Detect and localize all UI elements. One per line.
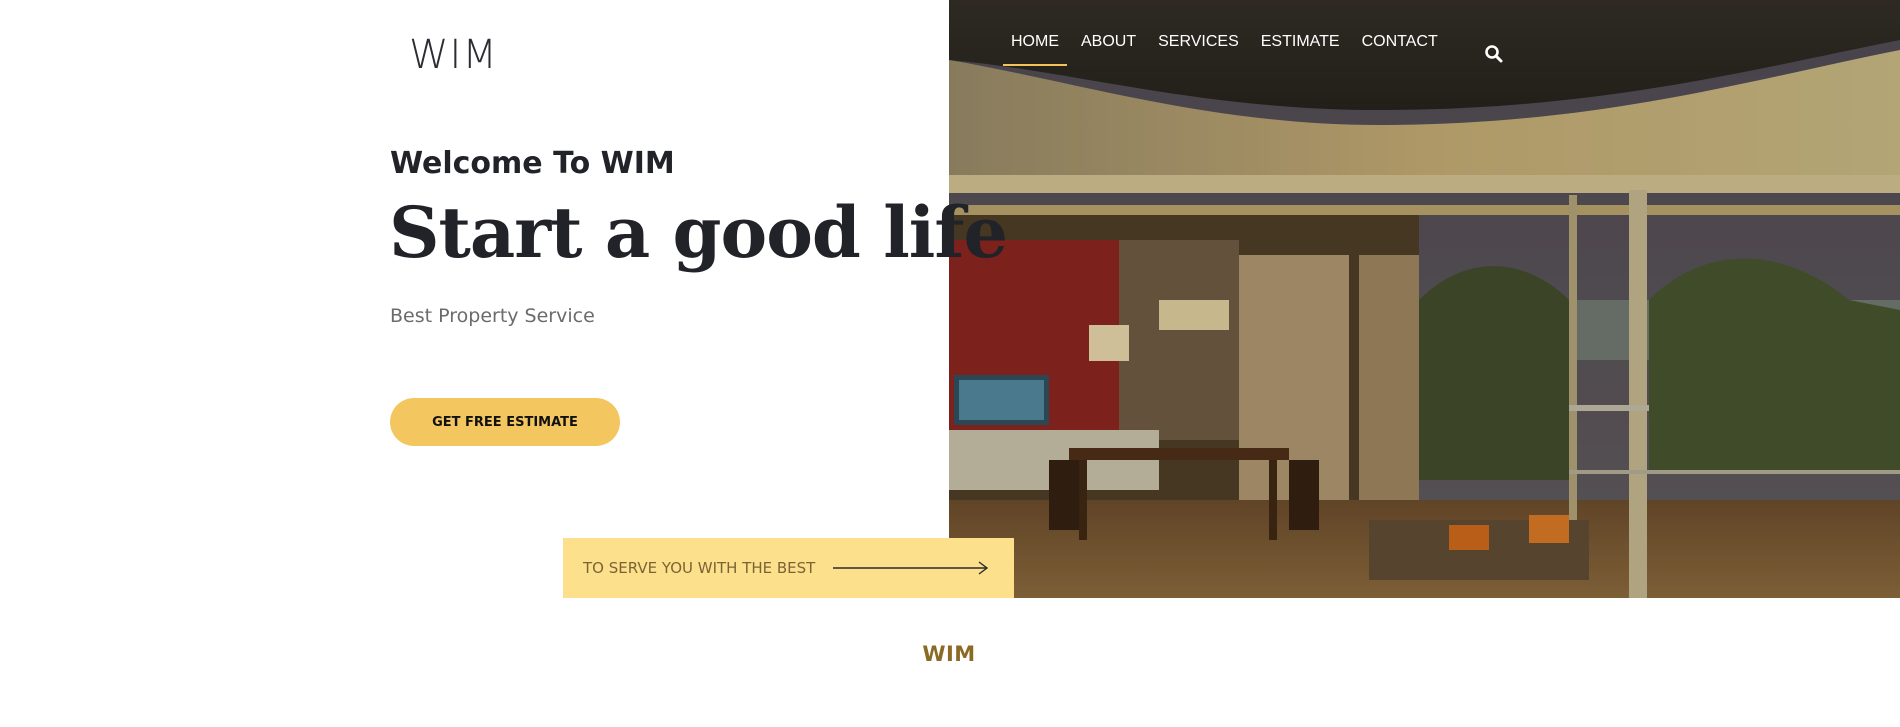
- nav-services[interactable]: SERVICES: [1150, 16, 1247, 64]
- hero-headline: Start a good life: [389, 191, 1008, 274]
- site-logo[interactable]: WIM: [409, 33, 498, 77]
- hero-image: [949, 0, 1900, 598]
- nav-home[interactable]: HOME: [1003, 16, 1067, 66]
- nav-about[interactable]: ABOUT: [1073, 16, 1144, 64]
- nav-contact[interactable]: CONTACT: [1354, 16, 1446, 64]
- hero-subtitle: Best Property Service: [390, 305, 595, 327]
- serve-banner-text: TO SERVE YOU WITH THE BEST: [583, 559, 816, 577]
- get-free-estimate-button[interactable]: GET FREE ESTIMATE: [390, 398, 620, 446]
- section-label: WIM: [922, 642, 976, 666]
- search-icon[interactable]: [1484, 44, 1504, 64]
- nav-estimate[interactable]: ESTIMATE: [1253, 16, 1348, 64]
- main-nav: HOME ABOUT SERVICES ESTIMATE CONTACT: [1003, 30, 1452, 78]
- serve-banner[interactable]: TO SERVE YOU WITH THE BEST: [563, 538, 1014, 598]
- welcome-heading: Welcome To WIM: [390, 146, 675, 181]
- arrow-right-icon: [833, 561, 989, 575]
